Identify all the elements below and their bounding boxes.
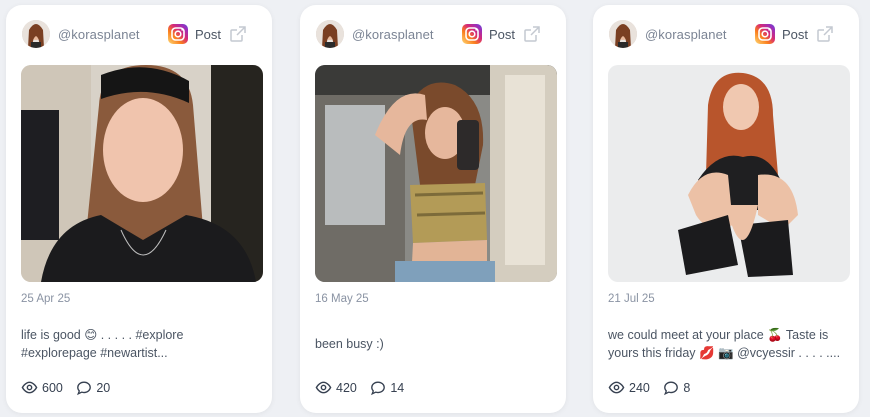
- post-type-label: Post: [489, 27, 516, 42]
- post-caption: been busy :): [315, 337, 384, 351]
- views-stat: 240: [608, 379, 650, 396]
- card-header: @korasplanet Post: [6, 19, 272, 49]
- account-handle[interactable]: @korasplanet: [58, 27, 140, 42]
- card-header: @korasplanet Post: [300, 19, 566, 49]
- post-caption: we could meet at your place 🍒 Taste is y…: [608, 328, 841, 360]
- views-count: 420: [336, 381, 357, 395]
- post-image[interactable]: [21, 65, 263, 282]
- card-header: @korasplanet Post: [593, 19, 859, 49]
- post-stats: 420 14: [315, 379, 414, 397]
- post-card[interactable]: @korasplanet Post 21 Jul 25 we could mee…: [593, 5, 859, 413]
- post-caption: life is good 😊 . . . . . #explore #explo…: [21, 328, 184, 360]
- account-handle[interactable]: @korasplanet: [352, 27, 434, 42]
- comments-stat: 8: [663, 380, 690, 396]
- external-link-icon[interactable]: [229, 25, 247, 43]
- comments-count: 20: [96, 380, 111, 395]
- instagram-icon: [755, 24, 775, 44]
- comments-stat: 14: [370, 380, 404, 396]
- comments-stat: 20: [76, 380, 110, 396]
- eye-icon: [21, 381, 38, 394]
- comments-count: 8: [683, 380, 691, 395]
- views-stat: 600: [21, 379, 63, 396]
- post-image[interactable]: [315, 65, 557, 282]
- post-stats: 600 20: [21, 379, 120, 397]
- external-link-icon[interactable]: [816, 25, 834, 43]
- avatar[interactable]: [316, 20, 344, 48]
- post-card[interactable]: @korasplanet Post 25 Apr 25 life is good…: [6, 5, 272, 413]
- views-count: 240: [629, 381, 650, 395]
- comment-icon: [77, 381, 92, 395]
- avatar[interactable]: [609, 20, 637, 48]
- account-handle[interactable]: @korasplanet: [645, 27, 727, 42]
- views-stat: 420: [315, 379, 357, 396]
- post-type-label: Post: [195, 27, 222, 42]
- comments-count: 14: [390, 380, 405, 395]
- post-date: 16 May 25: [315, 293, 369, 305]
- external-link-icon[interactable]: [523, 25, 541, 43]
- avatar[interactable]: [22, 20, 50, 48]
- comment-icon: [664, 381, 679, 395]
- instagram-icon: [168, 24, 188, 44]
- views-count: 600: [42, 381, 63, 395]
- eye-icon: [315, 381, 332, 394]
- post-card[interactable]: @korasplanet Post 16 May 25 been busy :): [300, 5, 566, 413]
- post-stats: 240 8: [608, 379, 700, 397]
- instagram-icon: [462, 24, 482, 44]
- post-image[interactable]: [608, 65, 850, 282]
- post-type-label: Post: [782, 27, 809, 42]
- post-date: 25 Apr 25: [21, 293, 71, 305]
- eye-icon: [608, 381, 625, 394]
- post-date: 21 Jul 25: [608, 293, 655, 305]
- comment-icon: [371, 381, 386, 395]
